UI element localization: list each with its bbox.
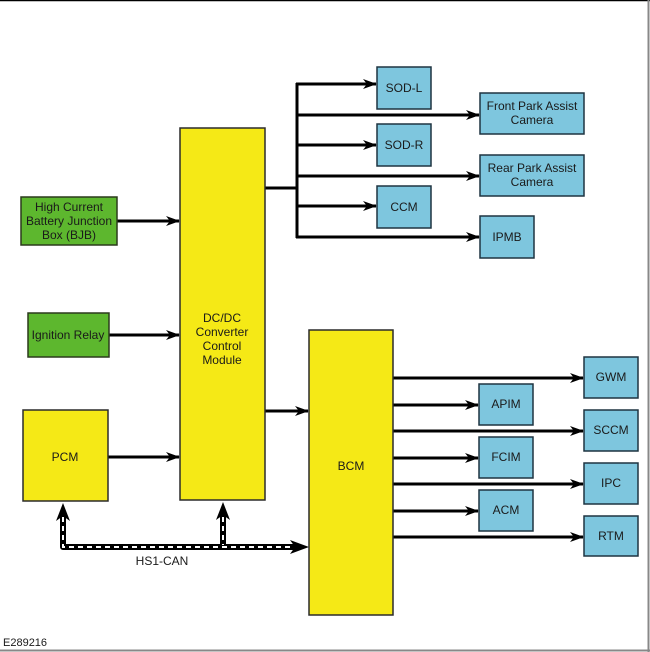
label-line: PCM [52,450,79,464]
label-line: Camera [511,175,554,189]
label-line: APIM [491,397,520,411]
label-line: RTM [598,529,624,543]
label-line: Ignition Relay [32,328,105,342]
sod-r-block[interactable]: SOD-R [376,123,432,167]
label-line: GWM [596,370,627,384]
fcim-block[interactable]: FCIM [478,436,534,479]
ipc-label: IPC [601,476,621,490]
dcdc-power-distribution-diagram: HS1-CAN High Current Battery Junction Box … [0,0,650,652]
sod-l-label: SOD-L [386,81,423,95]
label-line: IPC [601,476,621,490]
label-line: DC/DC [203,311,241,325]
label-line: SOD-L [386,81,423,95]
ignition-relay-block[interactable]: Ignition Relay [27,312,110,358]
pcm-label: PCM [52,450,79,464]
label-line: IPMB [492,230,521,244]
sccm-block[interactable]: SCCM [583,409,639,452]
sccm-label: SCCM [593,423,628,437]
label-line: Front Park Assist [487,99,578,113]
bcm-label: BCM [338,459,365,473]
ignition-relay-label: Ignition Relay [32,328,105,342]
apim-label: APIM [491,397,520,411]
label-line: ACM [493,503,520,517]
label-line: BCM [338,459,365,473]
ipmb-label: IPMB [492,230,521,244]
dcdc-converter-label: DC/DC Converter Control Module [196,311,249,367]
ipmb-block[interactable]: IPMB [479,215,535,259]
bjb-block[interactable]: High Current Battery Junction Box (BJB) [20,196,118,246]
rear-park-assist-camera-block[interactable]: Rear Park Assist Camera [479,154,585,197]
figure-id: E289216 [3,637,47,649]
hs1-can-label: HS1-CAN [136,554,189,568]
acm-label: ACM [493,503,520,517]
label-line: High Current [35,200,104,214]
label-line: Converter [196,325,249,339]
fcim-label: FCIM [491,450,520,464]
label-line: SCCM [593,423,628,437]
label-line: FCIM [491,450,520,464]
label-line: Battery Junction [26,214,112,228]
label-line: SOD-R [385,138,424,152]
dcdc-converter-block[interactable]: DC/DC Converter Control Module [179,127,266,501]
gwm-block[interactable]: GWM [583,356,639,399]
label-line: Box (BJB) [42,228,96,242]
bcm-block[interactable]: BCM [308,329,394,616]
label-line: Rear Park Assist [488,161,577,175]
acm-block[interactable]: ACM [478,489,534,532]
label-line: CCM [390,200,417,214]
gwm-label: GWM [596,370,627,384]
rtm-label: RTM [598,529,624,543]
label-line: Camera [511,113,554,127]
hs1-can-bus [56,502,309,554]
pcm-block[interactable]: PCM [22,409,109,502]
label-line: Module [202,353,242,367]
ccm-label: CCM [390,200,417,214]
sod-r-label: SOD-R [385,138,424,152]
label-line: Control [203,339,242,353]
ipc-block[interactable]: IPC [583,462,639,505]
front-park-assist-camera-block[interactable]: Front Park Assist Camera [479,92,585,135]
apim-block[interactable]: APIM [478,383,534,426]
ccm-block[interactable]: CCM [376,185,432,229]
sod-l-block[interactable]: SOD-L [376,66,432,110]
rtm-block[interactable]: RTM [583,515,639,557]
